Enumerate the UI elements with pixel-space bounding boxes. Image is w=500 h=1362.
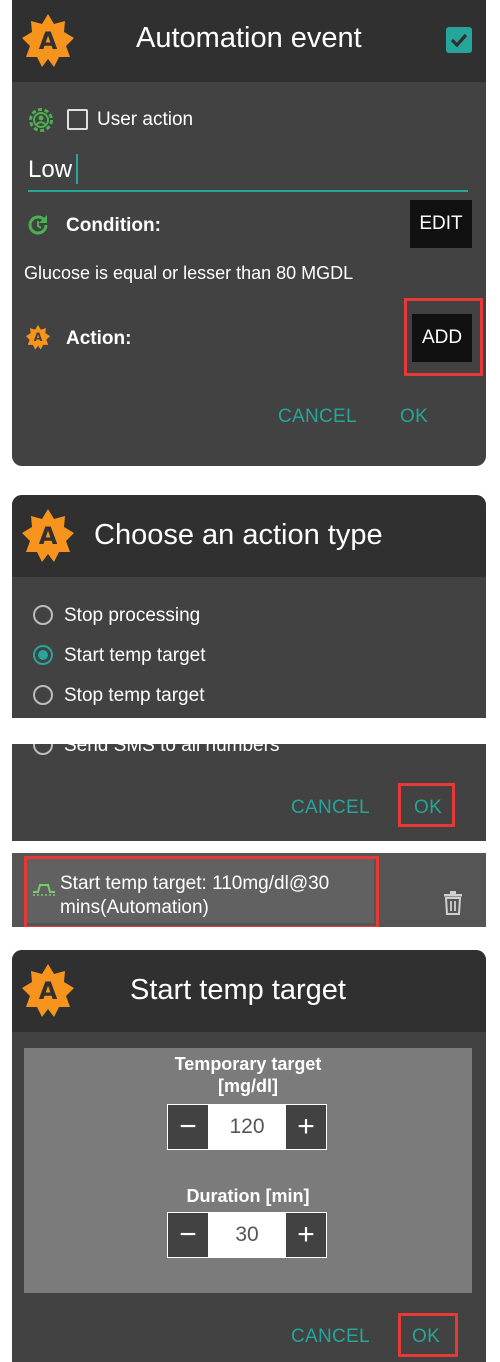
dialog-titlebar: A Automation event [12,0,486,82]
ok-button[interactable]: OK [400,406,428,428]
dialog-titlebar: A Choose an action type [12,495,486,577]
androidaps-logo-icon: A [22,509,74,562]
user-action-icon [29,108,53,132]
ok-button-highlight [398,783,455,827]
dialog-title: Choose an action type [94,519,383,551]
action-icon: A [25,324,51,350]
ok-button-highlight [398,1313,458,1357]
option-label: Start temp target [64,645,206,666]
condition-icon [28,215,48,235]
enabled-checkbox[interactable] [446,27,472,53]
add-button-highlight [404,298,483,376]
action-type-dialog: A Choose an action type Stop processing … [12,495,486,841]
radio-stop-processing[interactable] [33,605,53,625]
duration-value[interactable]: 30 [209,1212,285,1258]
target-value[interactable]: 120 [209,1104,285,1150]
svg-text:A: A [39,27,58,55]
target-stepper: − 120 + [167,1104,327,1150]
dialog-title: Start temp target [130,974,346,1006]
event-name-input[interactable]: Low [28,150,468,192]
action-list: Start temp target: 110mg/dl@30 mins(Auto… [12,853,486,927]
option-label: Stop temp target [64,685,205,706]
target-label-line2: [mg/dl] [218,1076,278,1096]
temp-target-form: Temporary target [mg/dl] − 120 + Duratio… [24,1048,472,1293]
dialog-titlebar: A Start temp target [12,950,486,1032]
duration-label: Duration [min] [186,1186,310,1206]
radio-start-temp-target[interactable] [33,645,53,665]
screenshot-cut [12,718,486,744]
action-item-highlight [24,856,379,927]
user-action-checkbox[interactable] [67,109,88,130]
target-plus-button[interactable]: + [285,1104,327,1150]
duration-minus-button[interactable]: − [167,1212,209,1258]
cancel-button[interactable]: CANCEL [278,406,357,428]
cancel-button[interactable]: CANCEL [291,797,370,819]
action-label: Action: [66,328,132,349]
target-label-line1: Temporary target [174,1054,322,1074]
trash-icon[interactable] [443,891,463,915]
androidaps-logo-icon: A [22,964,74,1017]
temp-target-dialog: A Start temp target Temporary target [mg… [12,950,486,1362]
automation-event-dialog: A Automation event User action Low Condi… [12,0,486,466]
svg-text:A: A [34,331,43,344]
condition-label: Condition: [66,215,161,236]
option-label: Stop processing [64,605,201,626]
androidaps-logo-icon: A [22,14,74,67]
duration-plus-button[interactable]: + [285,1212,327,1258]
radio-stop-temp-target[interactable] [33,685,53,705]
condition-text: Glucose is equal or lesser than 80 MGDL [24,263,354,283]
event-name-value: Low [28,156,73,183]
svg-text:A: A [39,522,58,550]
dialog-title: Automation event [136,22,362,54]
text-cursor [76,154,78,184]
duration-stepper: − 30 + [167,1212,327,1258]
target-minus-button[interactable]: − [167,1104,209,1150]
user-action-label: User action [97,109,194,130]
svg-text:A: A [39,977,58,1005]
cancel-button[interactable]: CANCEL [291,1326,370,1348]
edit-condition-button[interactable]: EDIT [410,200,472,248]
